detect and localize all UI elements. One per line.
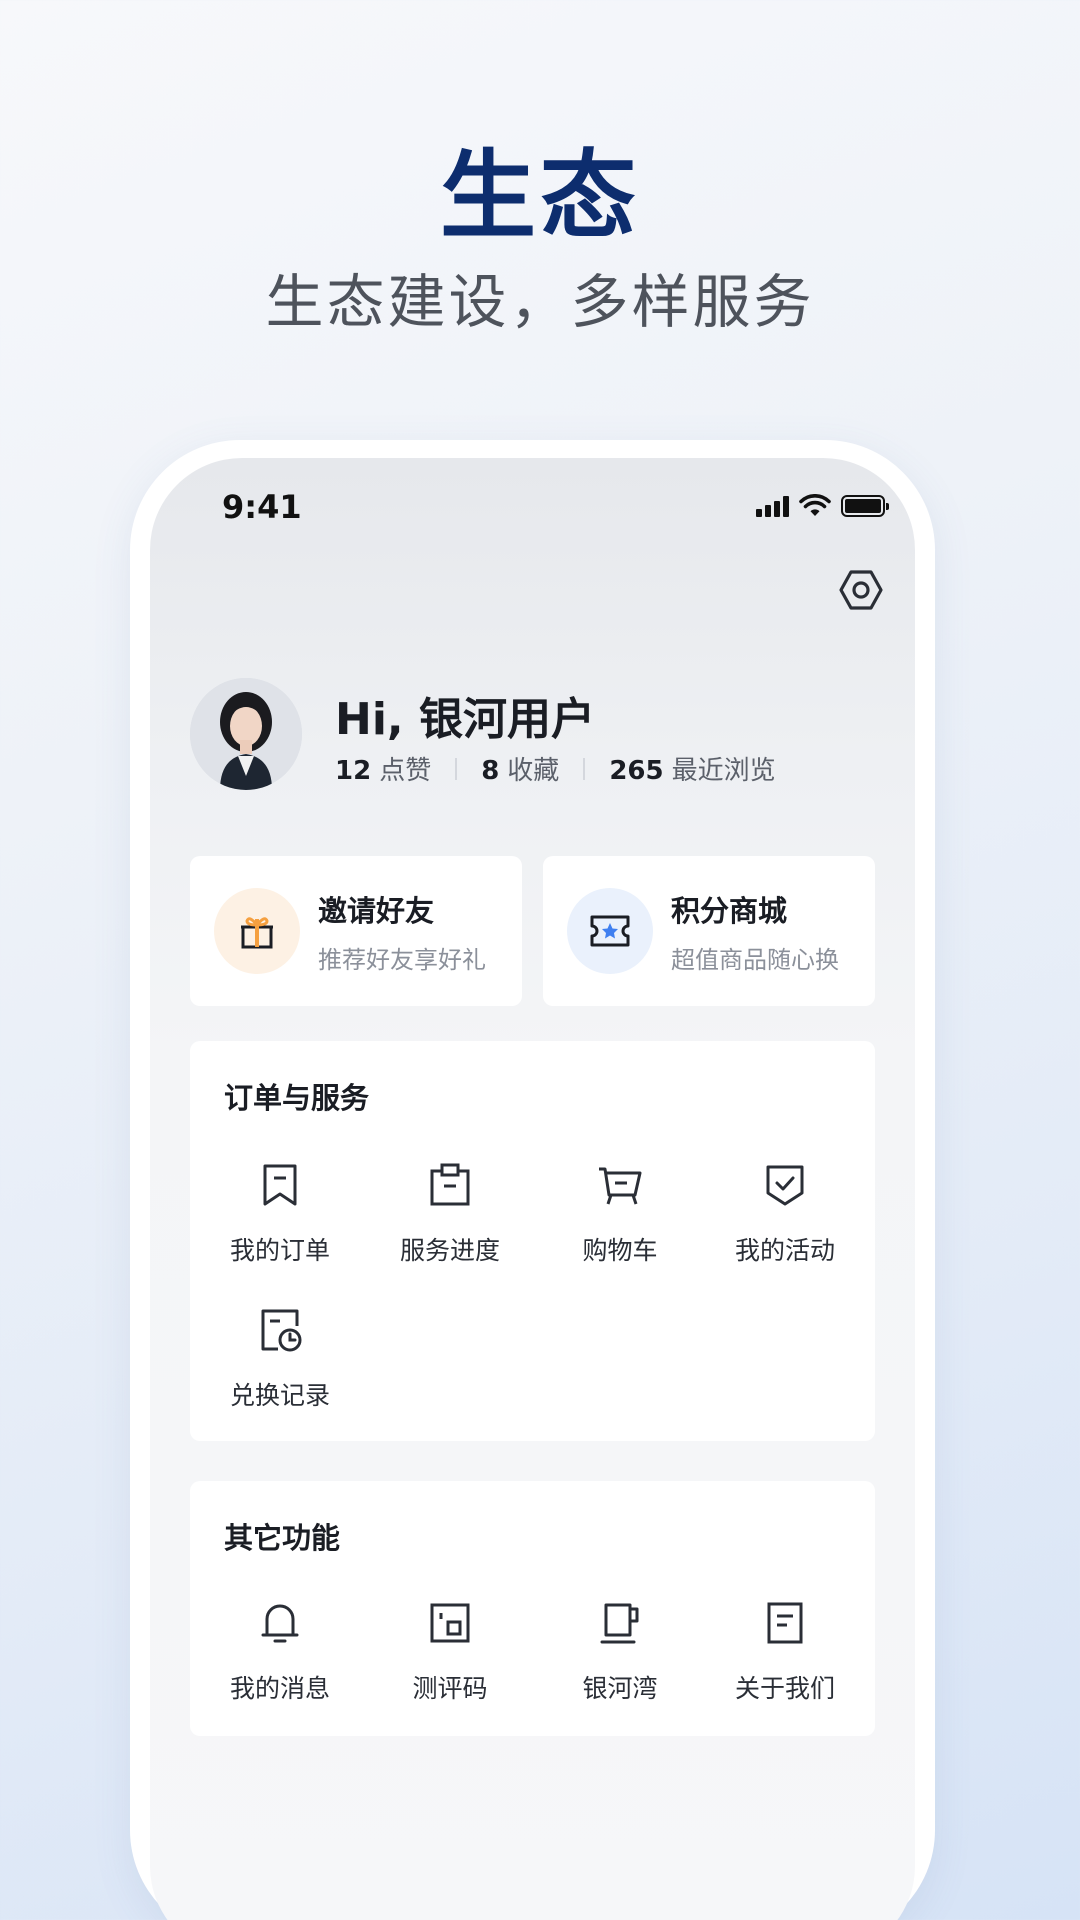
status-time: 9:41 [222, 488, 302, 526]
gift-icon [214, 888, 300, 974]
clipboard-icon [430, 1163, 470, 1206]
battery-icon [841, 495, 889, 517]
avatar-portrait [190, 678, 302, 790]
bookmark-icon [263, 1164, 297, 1206]
settings-icon[interactable] [839, 568, 883, 612]
document-icon [767, 1602, 803, 1644]
history-stat[interactable]: 265 最近浏览 [609, 750, 775, 787]
wifi-icon [799, 494, 831, 516]
redemption-records-item[interactable]: 兑换记录 [195, 1306, 365, 1412]
ticket-star-icon [567, 888, 653, 974]
shield-check-icon [766, 1165, 804, 1206]
cart-icon [599, 1167, 642, 1205]
mug-icon [600, 1603, 639, 1644]
points-mall-card[interactable]: 积分商城 超值商品随心换 [543, 856, 875, 1006]
qr-code-icon [430, 1603, 470, 1643]
orders-services-card: 订单与服务 我的订单 服务进度 购物车 我的活动 兑换记录 [190, 1041, 875, 1441]
stat-divider [583, 757, 586, 780]
points-mall-subtitle: 超值商品随心换 [671, 945, 839, 974]
service-progress-item[interactable]: 服务进度 [365, 1161, 535, 1267]
other-functions-title: 其它功能 [224, 1521, 341, 1555]
about-us-item[interactable]: 关于我们 [700, 1599, 870, 1705]
phone-mockup: 9:41 Hi, 银河用户 12 点赞 8 收藏 265 最近浏览 邀请好友 推… [130, 440, 935, 1920]
favorites-stat[interactable]: 8 收藏 [481, 750, 559, 787]
other-functions-card: 其它功能 我的消息 测评码 银河湾 关于我们 [190, 1481, 875, 1736]
hero-subtitle: 生态建设，多样服务 [265, 268, 815, 336]
invite-subtitle: 推荐好友享好礼 [318, 945, 486, 974]
signal-icon [756, 495, 789, 517]
phone-screen: 9:41 Hi, 银河用户 12 点赞 8 收藏 265 最近浏览 邀请好友 推… [150, 458, 915, 1920]
greeting-text: Hi, 银河用户 [335, 694, 595, 745]
points-mall-title: 积分商城 [671, 893, 788, 928]
my-activities-item[interactable]: 我的活动 [700, 1161, 870, 1267]
galaxy-bay-item[interactable]: 银河湾 [535, 1599, 705, 1705]
likes-stat[interactable]: 12 点赞 [335, 750, 431, 787]
stat-divider [455, 757, 458, 780]
status-icons [756, 494, 889, 518]
hero-title: 生态 [440, 140, 640, 252]
shopping-cart-item[interactable]: 购物车 [535, 1161, 705, 1267]
profile-stats: 12 点赞 8 收藏 265 最近浏览 [335, 750, 776, 787]
assessment-code-item[interactable]: 测评码 [365, 1599, 535, 1705]
invite-friends-card[interactable]: 邀请好友 推荐好友享好礼 [190, 856, 522, 1006]
my-orders-item[interactable]: 我的订单 [195, 1161, 365, 1267]
bell-icon [261, 1604, 299, 1643]
avatar[interactable] [190, 678, 302, 790]
my-messages-item[interactable]: 我的消息 [195, 1599, 365, 1705]
orders-services-title: 订单与服务 [224, 1081, 370, 1115]
receipt-clock-icon [261, 1309, 302, 1352]
invite-title: 邀请好友 [318, 893, 435, 928]
